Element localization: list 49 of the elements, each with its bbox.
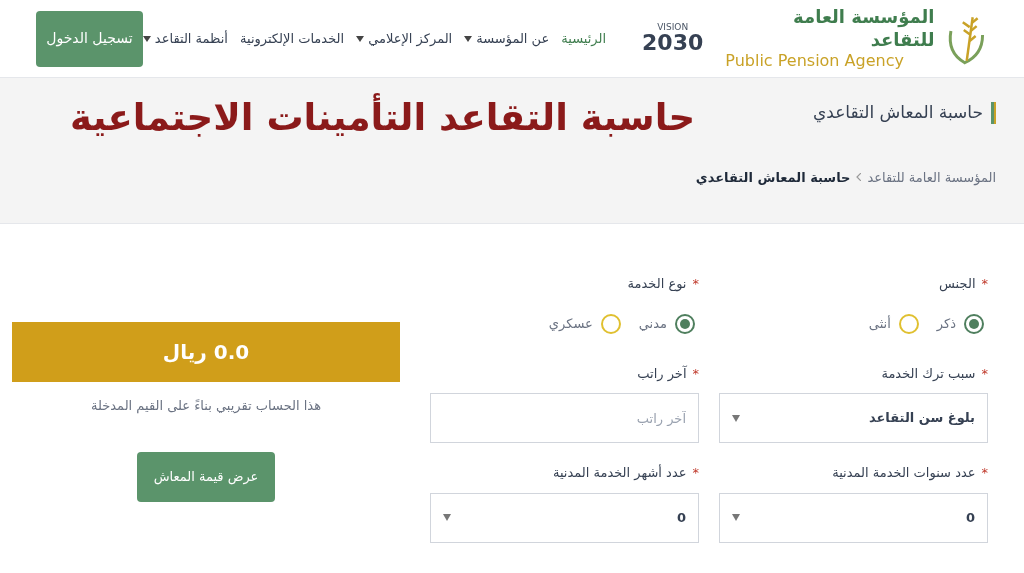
title-accent-bar bbox=[991, 101, 996, 124]
field-label: عدد سنوات الخدمة المدنية bbox=[832, 464, 976, 483]
radio-label: أنثى bbox=[868, 314, 891, 333]
pension-amount: 0.0 ريال bbox=[162, 339, 250, 366]
breadcrumb-link[interactable]: المؤسسة العامة للتقاعد bbox=[867, 167, 996, 187]
field-label: نوع الخدمة bbox=[627, 275, 687, 294]
chevron-icon bbox=[856, 173, 862, 182]
caret-icon bbox=[142, 35, 151, 42]
required-mark: * bbox=[692, 364, 699, 383]
required-mark: * bbox=[692, 275, 699, 293]
agency-name: المؤسسة العامة للتقاعد bbox=[792, 6, 935, 51]
caret-icon bbox=[732, 514, 740, 521]
nav-link[interactable]: الرئيسية bbox=[561, 28, 607, 49]
dropdown-field[interactable]: 0 bbox=[719, 492, 988, 543]
caret-icon bbox=[356, 35, 365, 42]
nav-link[interactable]: الخدمات الإلكترونية bbox=[240, 28, 345, 49]
disclaimer-text: هذا الحساب تقريبي بناءً على القيم المدخلة bbox=[91, 397, 322, 416]
show-pension-button[interactable]: عرض قيمة المعاش bbox=[137, 451, 275, 502]
login-button[interactable]: تسجيل الدخول bbox=[36, 10, 143, 67]
input-field[interactable]: آخر راتب bbox=[430, 393, 699, 443]
required-mark: * bbox=[981, 275, 988, 293]
required-mark: * bbox=[692, 464, 699, 482]
radio-button[interactable] bbox=[964, 313, 984, 334]
radio-label: ذكر bbox=[936, 314, 956, 334]
breadcrumb-current: حاسبة المعاش التقاعدي bbox=[695, 168, 851, 187]
dropdown-field[interactable]: بلوغ سن التقاعد bbox=[719, 393, 988, 443]
radio-label: عسكري bbox=[548, 314, 593, 333]
overlay-title: حاسبة التقاعد التأمينات الاجتماعية bbox=[70, 94, 696, 143]
required-mark: * bbox=[981, 364, 988, 383]
caret-icon bbox=[464, 35, 473, 42]
vision-label: VISION bbox=[657, 23, 689, 32]
page-title: حاسبة المعاش التقاعدي bbox=[812, 101, 983, 125]
caret-icon bbox=[732, 414, 740, 422]
field-label: عدد أشهر الخدمة المدنية bbox=[552, 463, 687, 482]
caret-icon bbox=[443, 514, 451, 521]
radio-button[interactable] bbox=[600, 313, 621, 334]
radio-label: مدني bbox=[638, 314, 667, 333]
dropdown-field[interactable]: 0 bbox=[430, 492, 699, 543]
nav-link[interactable]: المركز الإعلامي bbox=[356, 28, 453, 49]
required-mark: * bbox=[981, 464, 988, 482]
nav-link[interactable]: عن المؤسسة bbox=[464, 28, 550, 49]
vision-year: 2030 bbox=[642, 32, 704, 54]
agency-name: Public Pension Agency bbox=[725, 51, 905, 71]
radio-button[interactable] bbox=[675, 313, 695, 334]
radio-button[interactable] bbox=[898, 313, 919, 334]
field-label: سبب ترك الخدمة bbox=[881, 364, 976, 383]
field-label: آخر راتب bbox=[637, 364, 687, 383]
nav-link[interactable]: أنظمة التقاعد bbox=[142, 28, 228, 49]
field-label: الجنس bbox=[939, 275, 976, 294]
